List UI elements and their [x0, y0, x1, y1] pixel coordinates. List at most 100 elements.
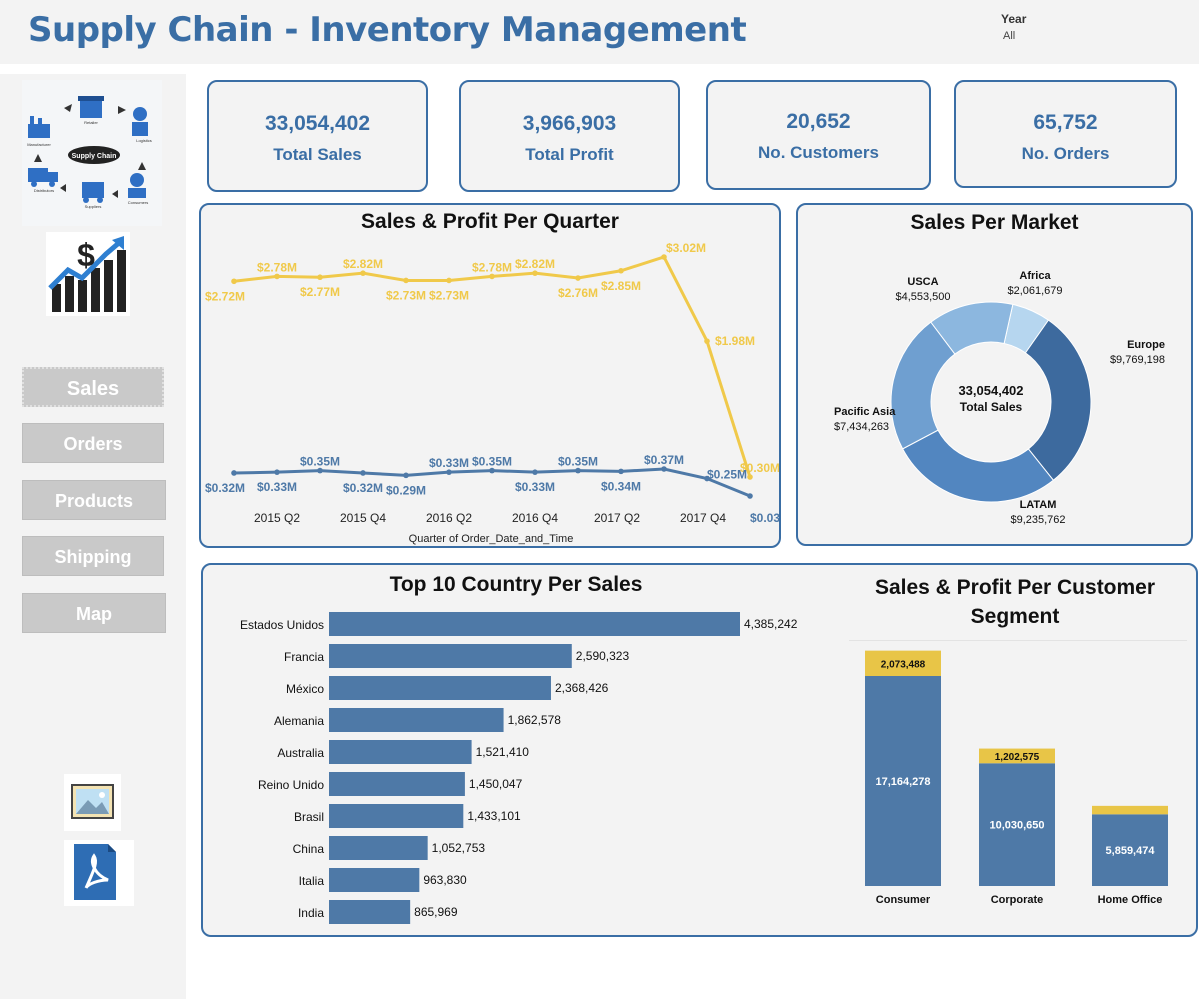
donut-center-label: Total Sales [960, 400, 1023, 414]
profit-point [661, 466, 667, 472]
segment-profit-bar [1092, 805, 1168, 815]
profit-data-label: $0.32M [343, 481, 383, 495]
sales-point [704, 338, 710, 344]
nav-shipping-button[interactable]: Shipping [22, 536, 164, 576]
segment-category-label: Corporate [991, 894, 1044, 906]
country-bar [329, 900, 411, 924]
diagram-node-logistics: Logistics [136, 138, 152, 143]
country-bar [329, 644, 572, 668]
sales-point [231, 278, 237, 285]
sales-point [446, 277, 452, 284]
profit-data-label: $0.33M [257, 480, 297, 494]
quarter-line-chart: $2.72M$2.78M$2.77M$2.82M$2.73M $2.73M$2.7… [205, 241, 779, 545]
diagram-node-manufacturer: Manufacturer [27, 142, 51, 147]
segment-sales-label: 17,164,278 [875, 776, 930, 788]
quarter-chart-panel: Sales & Profit Per Quarter $2.72M $2.78M $… [199, 203, 781, 548]
slice-name-label: USCA [907, 276, 938, 288]
profit-point [317, 467, 323, 474]
kpi-value: 65,752 [1033, 111, 1098, 134]
nav-orders-button[interactable]: Orders [22, 423, 164, 463]
country-label: Reino Unido [258, 778, 324, 792]
profit-point [274, 469, 280, 475]
country-label: México [286, 682, 324, 696]
sales-point [575, 275, 581, 281]
sales-data-label: $2.72M [205, 289, 245, 303]
page-title: Supply Chain - Inventory Management [28, 10, 747, 50]
nav-products-button[interactable]: Products [22, 480, 166, 520]
profit-point [231, 470, 237, 476]
x-tick-label: 2016 Q2 [426, 511, 472, 525]
profit-data-label: $0.35M [472, 455, 512, 469]
year-filter-value[interactable]: All [1003, 30, 1015, 42]
profit-data-label: $0.32M [205, 481, 245, 495]
profit-point [446, 469, 452, 475]
segment-stacked-bar-chart: 17,164,278 2,073,488 Consumer 10,030,650 1,2… [849, 640, 1187, 906]
year-filter-label: Year [1001, 12, 1027, 26]
x-tick-label: 2015 Q4 [340, 511, 386, 525]
country-label: Francia [284, 650, 324, 664]
kpi-label: No. Customers [758, 143, 879, 162]
sales-point [532, 270, 538, 276]
profit-data-label: $0.37M [644, 453, 684, 467]
country-label: Italia [299, 874, 325, 888]
sales-data-label: $2.73M [429, 288, 469, 302]
x-axis-label: Quarter of Order_Date_and_Time [409, 533, 574, 545]
segment-grid-line [849, 640, 1187, 641]
country-value-label: 1,521,410 [476, 745, 530, 759]
kpi-card-customers: 20,652 No. Customers [706, 80, 931, 190]
country-value-label: 2,590,323 [576, 649, 630, 663]
supply-chain-diagram-icon: Supply Chain Manufacturer Retailer Logis… [22, 80, 162, 226]
growth-chart-icon: $ [46, 232, 130, 316]
segment-sales-label: 10,030,650 [989, 820, 1044, 832]
sales-point [403, 277, 409, 284]
sales-point [489, 273, 495, 280]
country-bar [329, 804, 464, 828]
nav-sales-button[interactable]: Sales [22, 367, 164, 407]
country-label: Brasil [294, 810, 324, 824]
diagram-center-label: Supply Chain [72, 153, 117, 160]
pdf-icon[interactable] [64, 840, 134, 906]
kpi-card-total-profit: 3,966,903 Total Profit [459, 80, 680, 192]
country-bar [329, 676, 551, 700]
market-donut-chart: Africa $2,061,679 Europe $9,769,198 LATAM $9,… [834, 270, 1165, 526]
profit-data-label: $0.29M [386, 483, 426, 497]
country-bar [329, 740, 472, 764]
sales-data-label: $2.82M [343, 257, 383, 271]
slice-name-label: Europe [1127, 339, 1165, 351]
country-label: China [293, 842, 325, 856]
slice-value-label: $9,235,762 [1010, 514, 1065, 526]
kpi-value: 3,966,903 [522, 112, 617, 135]
bottom-panel: Top 10 Country Per Sales Sales & Profit … [201, 563, 1198, 937]
header-bar: Supply Chain - Inventory Management Year… [0, 0, 1199, 64]
profit-point [618, 468, 624, 475]
profit-point [489, 467, 495, 474]
country-bar [329, 772, 465, 796]
diagram-node-consumers: Consumers [128, 200, 148, 205]
sales-data-label: $1.98M [715, 334, 755, 348]
diagram-node-distributors: Distributors [34, 188, 54, 193]
sales-data-label: $2.82M [515, 257, 555, 271]
donut-slice [901, 429, 1055, 503]
country-value-label: 1,433,101 [467, 809, 521, 823]
country-value-label: 1,052,753 [432, 841, 486, 855]
profit-data-label: $0.03M [750, 511, 779, 525]
sales-point [274, 273, 280, 280]
segment-profit-label: 1,202,575 [995, 752, 1040, 763]
image-icon[interactable] [64, 774, 121, 831]
sales-point [360, 270, 366, 276]
profit-data-label: $0.35M [558, 455, 598, 469]
segment-profit-label: 2,073,488 [881, 659, 926, 670]
country-bar [329, 612, 740, 636]
slice-value-label: $9,769,198 [1110, 354, 1165, 366]
sales-point [661, 254, 667, 260]
diagram-node-suppliers: Suppliers [85, 204, 102, 209]
country-value-label: 1,862,578 [508, 713, 562, 727]
slice-name-label: LATAM [1020, 499, 1057, 511]
profit-data-label: $0.35M [300, 455, 340, 469]
x-tick-label: 2015 Q2 [254, 511, 300, 525]
kpi-label: Total Sales [273, 145, 362, 164]
country-label: Estados Unidos [240, 618, 324, 632]
slice-name-label: Pacific Asia [834, 406, 896, 418]
nav-map-button[interactable]: Map [22, 593, 166, 633]
x-tick-label: 2017 Q4 [680, 511, 726, 525]
